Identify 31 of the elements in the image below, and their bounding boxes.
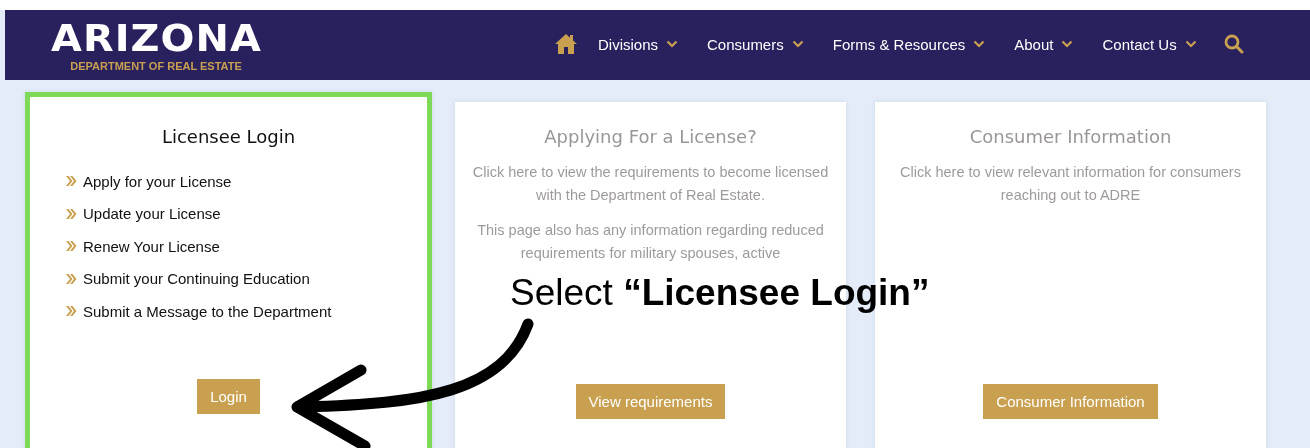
annotation-text: Select “Licensee Login”: [510, 272, 930, 314]
card-link[interactable]: Submit a Message to the Department: [83, 302, 332, 320]
card-link[interactable]: Update your License: [83, 205, 221, 223]
caret-icon: [973, 40, 986, 48]
double-chevron-icon: [65, 240, 77, 253]
home-icon[interactable]: [554, 33, 578, 55]
double-chevron-icon: [65, 175, 77, 188]
nav-menu-item[interactable]: Contact Us: [1102, 35, 1197, 53]
caret-icon: [1184, 40, 1197, 48]
logo-subtitle: DEPARTMENT OF REAL ESTATE: [70, 59, 242, 72]
card-link[interactable]: Apply for your License: [83, 172, 232, 190]
double-chevron-icon: [65, 272, 77, 285]
card-description: Click here to view relevant information for consumers reaching out to ADRE: [899, 163, 1242, 205]
nav-menu-item[interactable]: About: [1014, 35, 1074, 53]
caret-icon: [1061, 40, 1074, 48]
card-title: Licensee Login: [161, 126, 296, 147]
card-description: Click here to view the requirements to become licensed with the Department of Real Estate.: [471, 163, 830, 205]
caret-icon: [666, 40, 678, 48]
card-description: This page also has any information regarding reduced requirements for military spouses, active: [476, 221, 825, 263]
double-chevron-icon: [65, 305, 77, 318]
caret-icon: [791, 40, 804, 48]
nav-menu-item[interactable]: Consumers: [707, 35, 804, 53]
card-title: Applying For a License?: [544, 126, 757, 147]
card-title: Consumer Information: [969, 126, 1172, 147]
search-icon[interactable]: [1223, 34, 1244, 54]
nav-menu-item[interactable]: Divisions: [598, 35, 678, 53]
nav-menu-item[interactable]: Forms & Resources: [832, 35, 986, 53]
card-link[interactable]: Renew Your License: [83, 237, 220, 255]
card-link[interactable]: Submit your Continuing Education: [83, 270, 310, 288]
logo-wordmark[interactable]: ARIZONA: [50, 18, 262, 57]
double-chevron-icon: [65, 207, 77, 220]
